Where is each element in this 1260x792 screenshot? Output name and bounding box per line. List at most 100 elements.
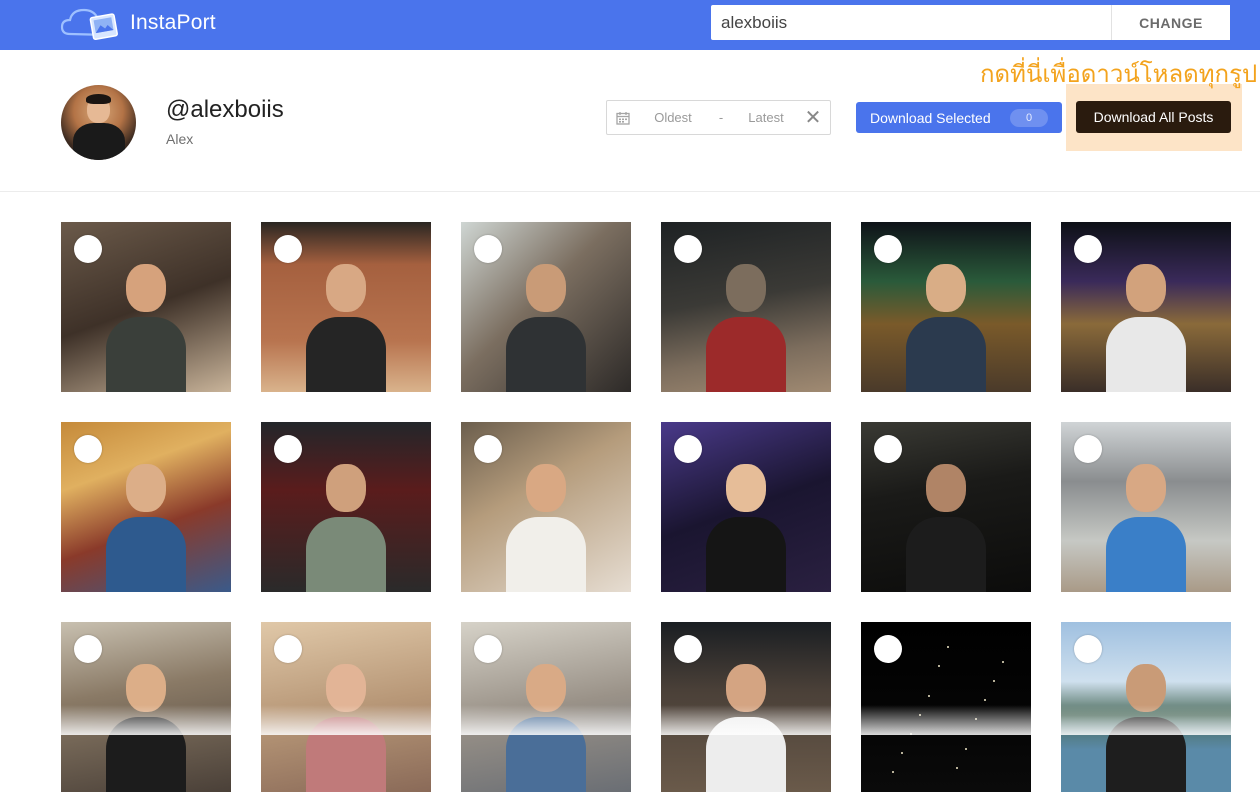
lantern-light — [938, 665, 940, 667]
logo[interactable]: InstaPort — [60, 4, 216, 42]
photo-tile[interactable] — [661, 622, 831, 792]
download-selected-button[interactable]: Download Selected 0 — [856, 102, 1062, 133]
select-checkbox[interactable] — [674, 635, 702, 663]
person-face — [326, 264, 366, 312]
photo-tile[interactable] — [661, 422, 831, 592]
lantern-light — [1002, 661, 1004, 663]
select-checkbox[interactable] — [274, 235, 302, 263]
select-checkbox[interactable] — [474, 635, 502, 663]
person-face — [926, 264, 966, 312]
person-body — [1106, 717, 1186, 792]
photo-tile[interactable] — [661, 222, 831, 392]
person-body — [106, 317, 186, 392]
person-face — [126, 664, 166, 712]
date-range-filter[interactable]: Oldest - Latest ✕ — [606, 100, 831, 135]
person-body — [706, 317, 786, 392]
person-body — [306, 317, 386, 392]
select-checkbox[interactable] — [74, 235, 102, 263]
select-checkbox[interactable] — [1074, 635, 1102, 663]
person-face — [326, 464, 366, 512]
select-checkbox[interactable] — [1074, 435, 1102, 463]
select-checkbox[interactable] — [474, 235, 502, 263]
photo-tile[interactable] — [61, 222, 231, 392]
lantern-light — [956, 767, 958, 769]
person-face — [726, 464, 766, 512]
photo-tile[interactable] — [261, 222, 431, 392]
person-face — [526, 464, 566, 512]
person-face — [326, 664, 366, 712]
photo-tile[interactable] — [861, 222, 1031, 392]
download-all-highlight: Download All Posts — [1066, 84, 1242, 151]
date-to-input[interactable]: Latest — [735, 110, 797, 125]
select-checkbox[interactable] — [74, 435, 102, 463]
lantern-light — [892, 771, 894, 773]
change-button[interactable]: CHANGE — [1111, 5, 1230, 40]
person-body — [906, 317, 986, 392]
select-checkbox[interactable] — [674, 235, 702, 263]
person-face — [726, 664, 766, 712]
photo-tile[interactable] — [1061, 422, 1231, 592]
photo-tile[interactable] — [261, 622, 431, 792]
lantern-light — [901, 752, 903, 754]
photo-tile[interactable] — [261, 422, 431, 592]
photo-tile[interactable] — [861, 422, 1031, 592]
person-body — [506, 317, 586, 392]
person-face — [526, 664, 566, 712]
download-all-button[interactable]: Download All Posts — [1076, 101, 1231, 133]
person-body — [306, 717, 386, 792]
person-face — [126, 464, 166, 512]
username-input[interactable] — [711, 5, 1111, 40]
avatar — [61, 85, 136, 160]
photo-tile[interactable] — [461, 422, 631, 592]
photo-tile[interactable] — [461, 622, 631, 792]
person-body — [706, 717, 786, 792]
profile-username: @alexboiis — [166, 96, 284, 123]
app-name: InstaPort — [130, 11, 216, 34]
person-body — [906, 517, 986, 592]
person-face — [926, 464, 966, 512]
lantern-light — [919, 714, 921, 716]
photo-tile[interactable] — [1061, 222, 1231, 392]
photo-tile[interactable] — [861, 622, 1031, 792]
lantern-light — [975, 718, 977, 720]
person-face — [526, 264, 566, 312]
date-from-input[interactable]: Oldest — [639, 110, 707, 125]
username-search: CHANGE — [711, 5, 1230, 40]
date-separator: - — [718, 110, 724, 125]
select-checkbox[interactable] — [674, 435, 702, 463]
download-selected-label: Download Selected — [870, 109, 991, 126]
person-body — [506, 717, 586, 792]
select-checkbox[interactable] — [474, 435, 502, 463]
person-body — [506, 517, 586, 592]
lantern-light — [984, 699, 986, 701]
person-face — [1126, 464, 1166, 512]
select-checkbox[interactable] — [274, 635, 302, 663]
select-checkbox[interactable] — [274, 435, 302, 463]
selected-count-badge: 0 — [1010, 109, 1048, 127]
person-face — [726, 264, 766, 312]
select-checkbox[interactable] — [874, 235, 902, 263]
person-face — [1126, 264, 1166, 312]
select-checkbox[interactable] — [874, 435, 902, 463]
photo-tile[interactable] — [61, 422, 231, 592]
select-checkbox[interactable] — [1074, 235, 1102, 263]
select-checkbox[interactable] — [74, 635, 102, 663]
top-bar: InstaPort CHANGE — [0, 0, 1260, 50]
lantern-light — [965, 748, 967, 750]
lantern-light — [947, 646, 949, 648]
person-body — [106, 517, 186, 592]
calendar-icon — [607, 111, 639, 125]
person-body — [306, 517, 386, 592]
select-checkbox[interactable] — [874, 635, 902, 663]
photo-tile[interactable] — [1061, 622, 1231, 792]
lantern-light — [928, 695, 930, 697]
download-all-annotation: กดที่นี่เพื่อดาวน์โหลดทุกรูป — [980, 60, 1258, 88]
person-face — [126, 264, 166, 312]
photo-tile[interactable] — [61, 622, 231, 792]
clear-date-icon[interactable]: ✕ — [797, 105, 829, 130]
person-body — [1106, 517, 1186, 592]
cloud-photo-icon — [60, 4, 122, 42]
photo-tile[interactable] — [461, 222, 631, 392]
person-body — [1106, 317, 1186, 392]
lantern-light — [993, 680, 995, 682]
